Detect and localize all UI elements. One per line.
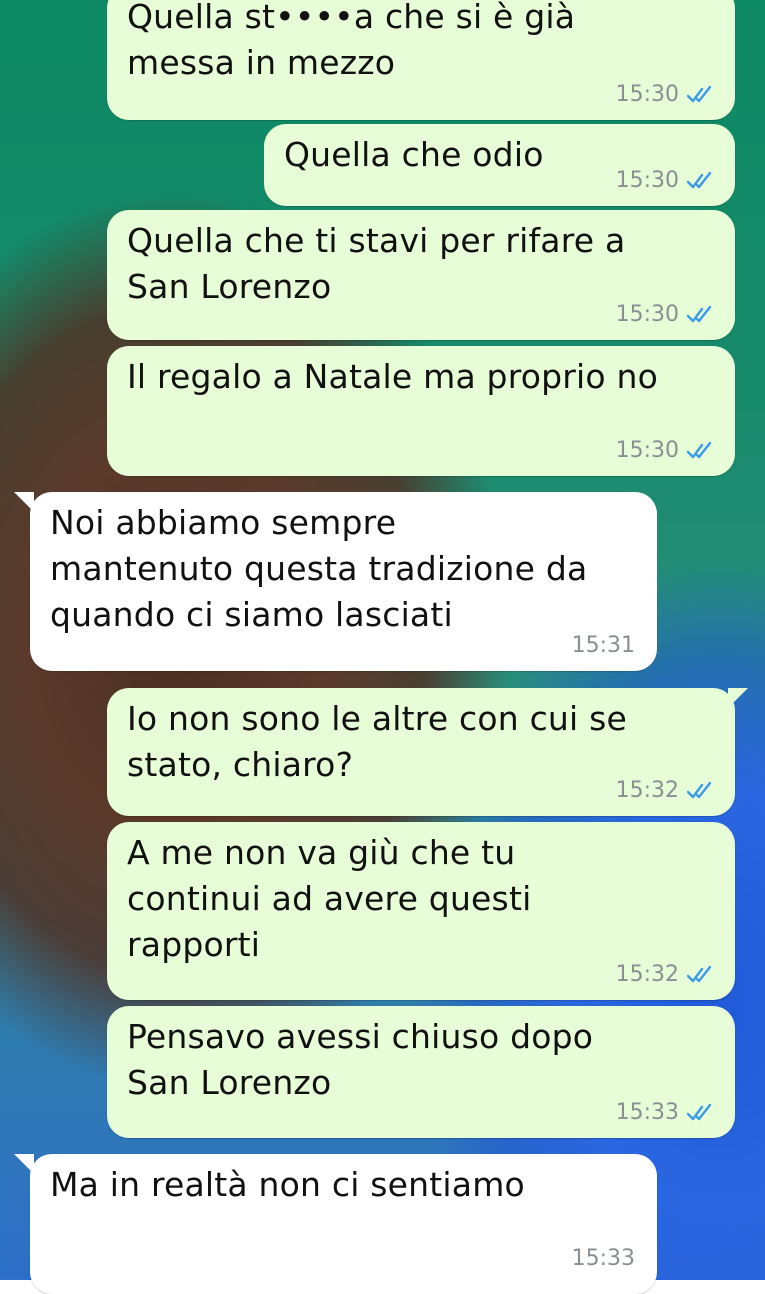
message-meta: 15:32 [616,962,715,988]
outgoing-message[interactable]: Io non sono le altre con cui se stato, c… [107,688,735,816]
message-time: 15:33 [615,1100,679,1125]
message-text: A me non va giù che tu continui ad avere… [127,833,532,964]
message-meta: 15:31 [572,633,635,659]
outgoing-message[interactable]: Pensavo avessi chiuso dopo San Lorenzo 1… [107,1006,735,1138]
message-time: 15:32 [615,962,679,987]
message-text: Quella che ti stavi per rifare a San Lor… [127,221,626,306]
double-check-icon [687,966,712,983]
outgoing-message[interactable]: A me non va giù che tu continui ad avere… [107,822,735,1000]
message-meta: 15:30 [616,438,715,464]
message-time: 15:30 [615,438,679,463]
message-time: 15:30 [615,302,679,327]
incoming-message[interactable]: Noi abbiamo sempre mantenuto questa trad… [30,492,657,671]
double-check-icon [687,306,712,323]
message-text: Ma in realtà non ci sentiamo [50,1165,525,1204]
message-text: Io non sono le altre con cui se stato, c… [127,699,627,784]
message-text: Il regalo a Natale ma proprio no [127,357,658,396]
outgoing-message[interactable]: Quella che ti stavi per rifare a San Lor… [107,210,735,340]
message-meta: 15:33 [572,1246,635,1272]
message-meta: 15:30 [616,82,715,108]
outgoing-message[interactable]: Quella st••••a che si è già messa in mez… [107,0,735,120]
double-check-icon [687,782,712,799]
double-check-icon [687,172,712,189]
double-check-icon [687,442,712,459]
message-text: Pensavo avessi chiuso dopo San Lorenzo [127,1017,594,1102]
message-text: Noi abbiamo sempre mantenuto questa trad… [50,503,588,634]
message-meta: 15:30 [616,302,715,328]
message-time: 15:33 [571,1246,635,1271]
message-meta: 15:32 [616,778,715,804]
message-meta: 15:33 [616,1100,715,1126]
message-time: 15:30 [615,168,679,193]
double-check-icon [687,1104,712,1121]
outgoing-message[interactable]: Il regalo a Natale ma proprio no 15:30 [107,346,735,476]
message-time: 15:32 [615,778,679,803]
double-check-icon [687,86,712,103]
message-time: 15:31 [571,633,635,658]
outgoing-message[interactable]: Quella che odio 15:30 [264,124,735,206]
message-time: 15:30 [615,82,679,107]
incoming-message[interactable]: Ma in realtà non ci sentiamo 15:33 [30,1154,657,1294]
message-text: Quella st••••a che si è già messa in mez… [127,0,576,82]
message-meta: 15:30 [616,168,715,194]
